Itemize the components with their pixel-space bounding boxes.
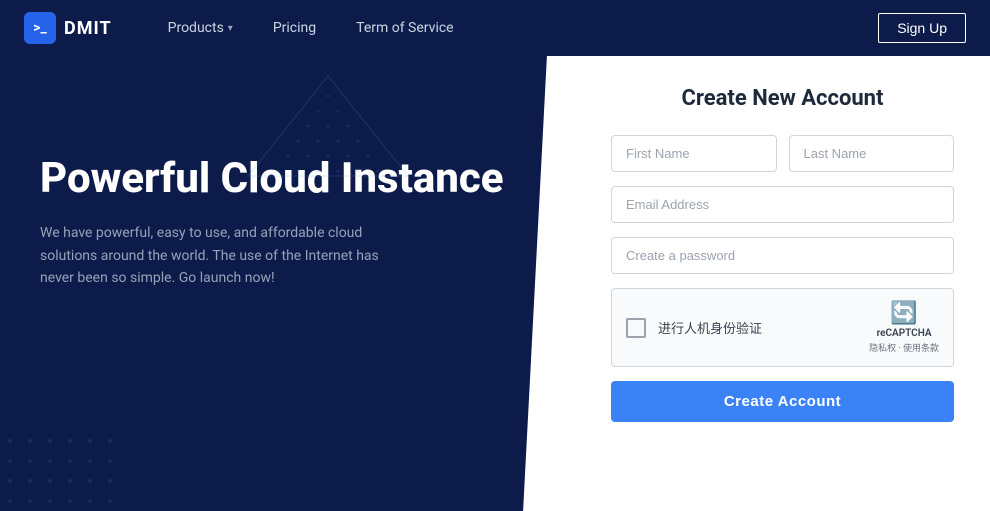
password-input[interactable] [611, 237, 954, 274]
recaptcha-logo: 🔄 reCAPTCHA 隐私权 · 使用条款 [869, 301, 939, 354]
email-input[interactable] [611, 186, 954, 223]
hero-subtitle: We have powerful, easy to use, and affor… [40, 222, 400, 289]
logo[interactable]: >_ DMIT [24, 12, 112, 44]
nav-item-tos[interactable]: Term of Service [340, 12, 469, 44]
logo-text: DMIT [64, 18, 112, 39]
password-group [611, 237, 954, 274]
nav-item-products[interactable]: Products ▾ [152, 12, 249, 44]
recaptcha-icon: 🔄 [890, 301, 917, 326]
logo-icon: >_ [24, 12, 56, 44]
email-group [611, 186, 954, 223]
main-area: Powerful Cloud Instance We have powerful… [0, 56, 990, 511]
nav-links: Products ▾ Pricing Term of Service [152, 12, 879, 44]
recaptcha-links: 隐私权 · 使用条款 [869, 341, 939, 354]
signup-button[interactable]: Sign Up [878, 13, 966, 43]
registration-form-panel: Create New Account 进行人机身份验证 🔄 reCAPTCHA … [575, 56, 990, 511]
recaptcha-label: 进行人机身份验证 [658, 318, 869, 337]
first-name-input[interactable] [611, 135, 777, 172]
nav-item-pricing[interactable]: Pricing [257, 12, 332, 44]
form-title: Create New Account [611, 86, 954, 111]
angled-divider [523, 56, 575, 511]
recaptcha-checkbox[interactable] [626, 318, 646, 338]
hero-section: Powerful Cloud Instance We have powerful… [0, 56, 575, 511]
create-account-button[interactable]: Create Account [611, 381, 954, 422]
mountain-decoration [228, 66, 428, 186]
dot-grid-decoration [0, 431, 120, 511]
name-row [611, 135, 954, 172]
products-label: Products [168, 20, 224, 36]
recaptcha-box[interactable]: 进行人机身份验证 🔄 reCAPTCHA 隐私权 · 使用条款 [611, 288, 954, 367]
navbar: >_ DMIT Products ▾ Pricing Term of Servi… [0, 0, 990, 56]
tos-label: Term of Service [356, 20, 453, 36]
chevron-down-icon: ▾ [228, 23, 233, 34]
last-name-input[interactable] [789, 135, 955, 172]
recaptcha-brand-label: reCAPTCHA [877, 328, 932, 339]
pricing-label: Pricing [273, 20, 316, 36]
